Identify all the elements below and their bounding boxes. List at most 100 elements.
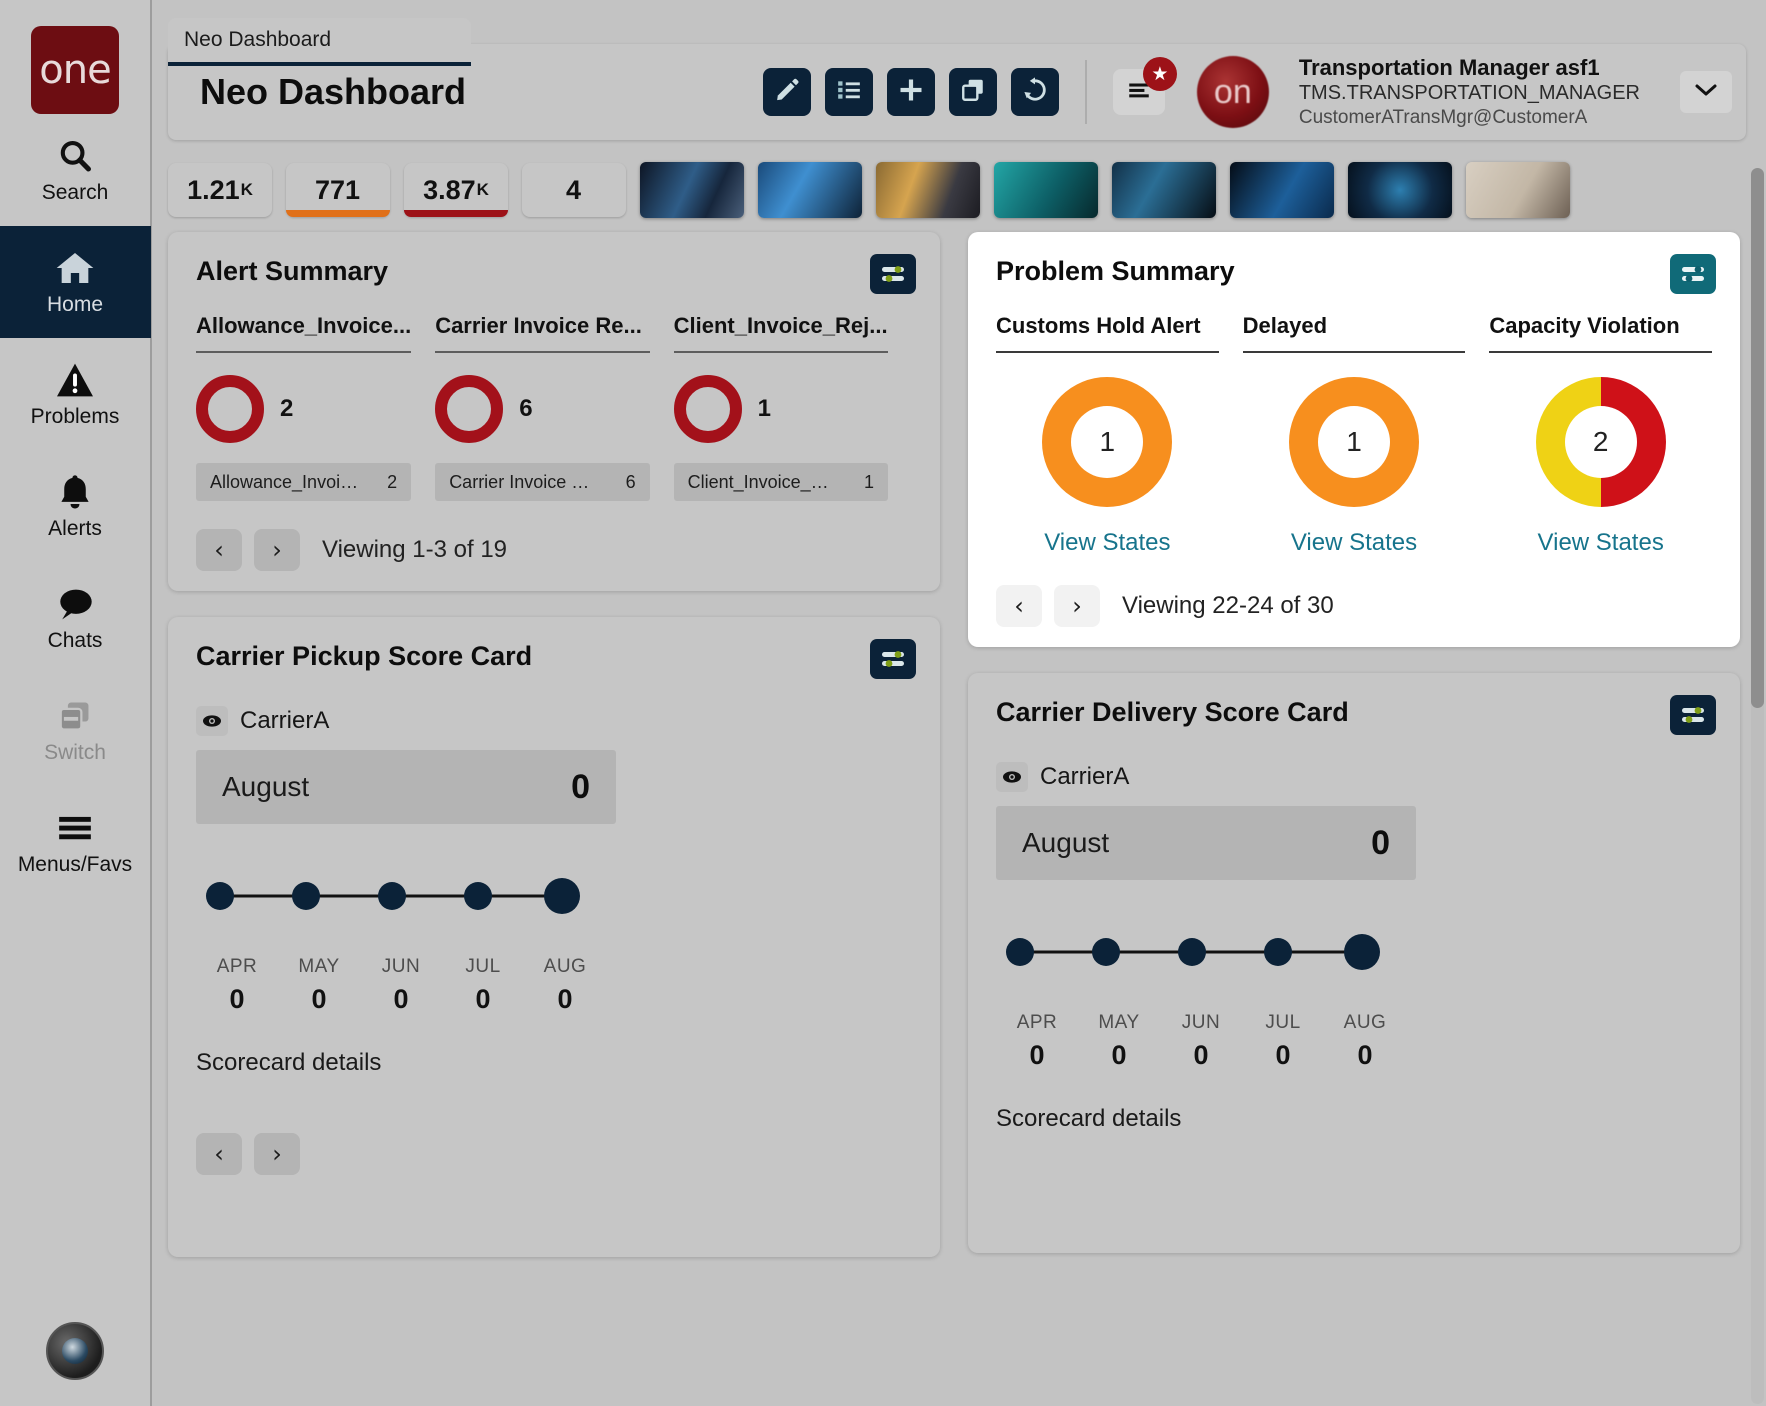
refresh-icon: [1022, 76, 1048, 108]
sidebar-item-alerts[interactable]: Alerts: [0, 450, 151, 562]
scrollbar-thumb[interactable]: [1751, 168, 1764, 708]
problem-metric: Delayed 1 View States: [1242, 313, 1490, 557]
month-label: JUL: [1265, 1012, 1301, 1033]
prev-page-button[interactable]: ‹: [196, 1133, 242, 1175]
scorecard-legend[interactable]: CarrierA: [196, 706, 912, 736]
rail-user-avatar[interactable]: [46, 1322, 104, 1380]
user-login: CustomerATransMgr@CustomerA: [1298, 107, 1588, 129]
user-name: Transportation Manager asf1: [1298, 54, 1600, 80]
metric-header: Capacity Violation: [1489, 313, 1680, 338]
kpi-tile[interactable]: 771: [286, 163, 390, 217]
header-toolbar: ★ on Transportation Manager asf1 TMS.TRA…: [762, 54, 1732, 130]
scorecard-current-month: August: [1022, 827, 1110, 858]
sliders-icon[interactable]: [1670, 254, 1716, 294]
month-label: JUL: [465, 956, 501, 977]
scorecard-legend[interactable]: CarrierA: [996, 762, 1712, 792]
problem-metric: Customs Hold Alert 1 View States: [996, 313, 1243, 557]
page-title: Neo Dashboard: [200, 71, 467, 112]
sidebar-item-problems[interactable]: Problems: [0, 338, 151, 450]
view-states-link[interactable]: View States: [1489, 529, 1712, 557]
thumb-data-blue[interactable]: [1230, 162, 1334, 218]
metric-rule: [196, 351, 412, 353]
sidebar-item-chats[interactable]: Chats: [0, 562, 151, 674]
thumb-silhouette-beige[interactable]: [1466, 162, 1570, 218]
next-page-button[interactable]: ›: [1054, 585, 1100, 627]
sidebar-item-search[interactable]: Search: [0, 114, 151, 226]
next-page-button[interactable]: ›: [254, 529, 300, 571]
month-value: 0: [229, 984, 245, 1014]
metric-chip-value: 2: [387, 471, 398, 492]
month-value: 0: [557, 984, 573, 1014]
list-button[interactable]: [824, 68, 873, 116]
month-value: 0: [1193, 1040, 1209, 1070]
next-page-button[interactable]: ›: [254, 1133, 300, 1175]
add-button[interactable]: [886, 68, 935, 116]
sidebar-item-label: Problems: [30, 405, 120, 428]
pencil-icon: [774, 77, 800, 108]
kpi-tile[interactable]: 4: [522, 163, 626, 217]
delivery-sparkline-chart: [996, 926, 1386, 982]
donut-wrap: 2: [1489, 377, 1712, 507]
thumb-truck-tunnel[interactable]: [640, 162, 744, 218]
metric-chip[interactable]: Carrier Invoice Re... 6: [435, 463, 650, 501]
carrier-pickup-scorecard-panel: Carrier Pickup Score Card CarrierA Augus…: [168, 617, 940, 1257]
tab-bar: Neo Dashboard: [152, 0, 1766, 66]
month-label: AUG: [543, 956, 587, 977]
sidebar-item-label: Chats: [47, 629, 103, 652]
problem-summary-pager: ‹ › Viewing 22-24 of 30: [996, 585, 1712, 627]
alert-ring: [435, 375, 504, 443]
month-cell: AUG 0: [524, 956, 606, 1015]
sidebar-item-home[interactable]: Home: [0, 226, 151, 338]
scorecard-legend-label: CarrierA: [240, 707, 330, 734]
sidebar-item-switch[interactable]: Switch: [0, 674, 151, 786]
kpi-tile[interactable]: 3.87 K: [404, 163, 508, 217]
quick-menu-button[interactable]: ★: [1112, 57, 1177, 115]
prev-page-button[interactable]: ‹: [196, 529, 242, 571]
avatar[interactable]: on: [1196, 56, 1269, 128]
metric-chip[interactable]: Allowance_Invoic... 2: [196, 463, 412, 501]
view-states-link[interactable]: View States: [996, 529, 1219, 557]
problem-metrics: Customs Hold Alert 1 View States Delayed: [996, 313, 1713, 557]
view-states-link[interactable]: View States: [1243, 529, 1466, 557]
donut-value: 1: [1346, 426, 1362, 457]
scorecard-current-value: 0: [571, 767, 590, 806]
thumb-person-circuit[interactable]: [1348, 162, 1452, 218]
scorecard-current-bar: August 0: [196, 750, 616, 824]
thumb-cyber-lock[interactable]: [1112, 162, 1216, 218]
month-value: 0: [1111, 1040, 1127, 1070]
sidebar-item-label: Switch: [44, 741, 106, 764]
thumb-global-logistics[interactable]: [994, 162, 1098, 218]
eye-icon: [996, 762, 1028, 792]
thumb-iot-network[interactable]: [758, 162, 862, 218]
metric-chip-name: Allowance_Invoic...: [210, 471, 360, 492]
donut-value: 2: [1592, 426, 1609, 457]
refresh-button[interactable]: [1010, 68, 1059, 116]
copy-button[interactable]: [948, 68, 997, 116]
vertical-scrollbar[interactable]: [1751, 168, 1764, 1404]
sidebar-item-label: Search: [41, 181, 109, 204]
kpi-tile[interactable]: 1.21 K: [168, 163, 272, 217]
metric-chip[interactable]: Client_Invoice_Re... 1: [673, 463, 888, 501]
app-logo[interactable]: one: [31, 26, 119, 114]
month-cell: JUN 0: [360, 956, 442, 1015]
sliders-icon[interactable]: [1670, 695, 1716, 735]
panel-title: Carrier Pickup Score Card: [196, 641, 533, 671]
metric-body: 6: [435, 375, 649, 443]
bell-icon: [57, 471, 93, 513]
sliders-icon[interactable]: [870, 254, 916, 294]
sliders-icon[interactable]: [870, 639, 916, 679]
prev-page-button[interactable]: ‹: [996, 585, 1042, 627]
sidebar-item-label: Alerts: [48, 517, 102, 540]
scorecard-details-link[interactable]: Scorecard details: [996, 1105, 1712, 1133]
edit-button[interactable]: [762, 68, 811, 116]
metric-chip-name: Carrier Invoice Re...: [449, 471, 600, 492]
tab-neo-dashboard[interactable]: Neo Dashboard: [168, 18, 472, 66]
chevron-down-icon: [1694, 82, 1718, 103]
metric-value: 2: [280, 395, 294, 422]
toolbar-divider: [1084, 60, 1087, 124]
thumb-warehouse-scan[interactable]: [876, 162, 980, 218]
user-menu-button[interactable]: [1680, 71, 1732, 113]
scorecard-details-link[interactable]: Scorecard details: [196, 1049, 912, 1077]
tab-label: Neo Dashboard: [184, 28, 332, 51]
sidebar-item-menus-favs[interactable]: Menus/Favs: [0, 786, 151, 898]
